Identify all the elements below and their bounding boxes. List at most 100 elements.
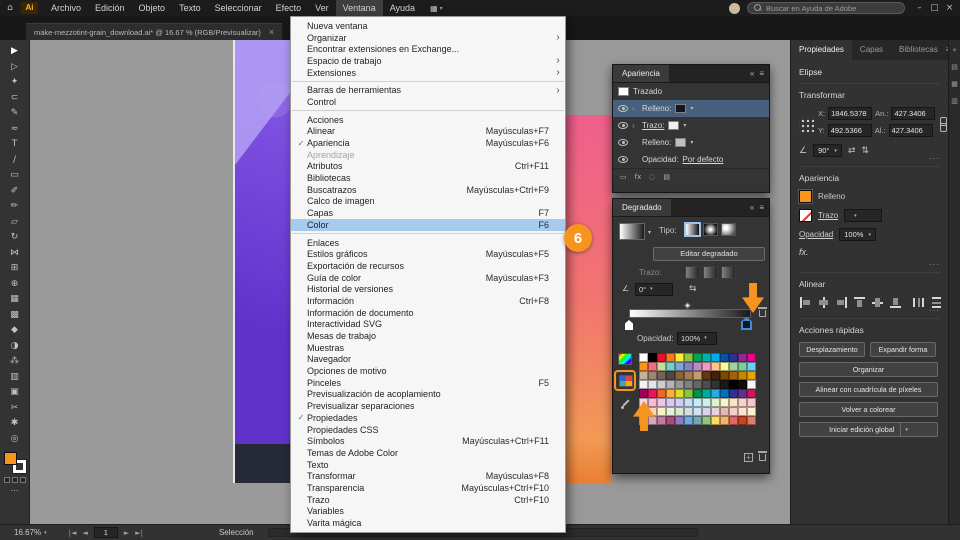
gradient-panel-header[interactable]: Degradado « ≡	[613, 199, 769, 217]
menu-ayuda[interactable]: Ayuda	[383, 0, 422, 16]
swatch[interactable]	[675, 362, 684, 371]
new-swatch-icon[interactable]: +	[744, 453, 753, 462]
fill-color-swatch[interactable]	[798, 189, 813, 204]
tab-bibliotecas[interactable]: Bibliotecas	[891, 40, 946, 60]
close-button[interactable]: ×	[942, 3, 957, 13]
al-hcenter-icon[interactable]	[817, 296, 830, 309]
column-graph-tool[interactable]: ▥	[2, 370, 28, 386]
swatch[interactable]	[729, 362, 738, 371]
visibility-eye-icon[interactable]	[618, 156, 628, 163]
swatch[interactable]	[738, 362, 747, 371]
swatch[interactable]	[729, 389, 738, 398]
freeform-gradient-icon[interactable]	[721, 223, 736, 236]
menu-item-control[interactable]: Control	[291, 96, 565, 108]
more-options-icon[interactable]: ···	[929, 306, 940, 315]
swatch[interactable]	[720, 389, 729, 398]
menu-item-barras-de-herramientas[interactable]: Barras de herramientas ›	[291, 84, 565, 96]
help-search[interactable]	[747, 2, 905, 14]
swatch[interactable]	[738, 371, 747, 380]
swatch[interactable]	[657, 380, 666, 389]
menu-item-propiedades-css[interactable]: Propiedades CSS	[291, 424, 565, 436]
appearance-panel-header[interactable]: Apariencia « ≡	[613, 65, 769, 83]
eraser-tool[interactable]: ▱	[2, 215, 28, 231]
zoom-level-select[interactable]: 16.67%	[14, 528, 47, 537]
artboard-tool[interactable]: ▣	[2, 385, 28, 401]
delete-swatch-icon[interactable]	[758, 451, 767, 461]
color-swatch[interactable]	[668, 121, 680, 130]
swatch[interactable]	[666, 380, 675, 389]
curvature-tool[interactable]: ≈	[2, 122, 28, 138]
swatch[interactable]	[702, 362, 711, 371]
swatch[interactable]	[693, 398, 702, 407]
first-artboard-icon[interactable]: |◄	[69, 529, 77, 537]
swatch[interactable]	[648, 389, 657, 398]
organizar-button[interactable]: Organizar	[799, 362, 938, 377]
swatch[interactable]	[747, 371, 756, 380]
dist-h-icon[interactable]	[912, 296, 925, 309]
visibility-eye-icon[interactable]	[618, 139, 628, 146]
iniciar-edicion-global-button[interactable]: Iniciar edición global ▾	[799, 422, 938, 437]
swatch[interactable]	[639, 353, 648, 362]
al-bottom-icon[interactable]	[889, 296, 902, 309]
swatch[interactable]	[648, 380, 657, 389]
swatch[interactable]	[747, 389, 756, 398]
swatch[interactable]	[720, 353, 729, 362]
expand-arrow-icon[interactable]: ›	[632, 121, 638, 130]
menu-item-organizar[interactable]: Organizar ›	[291, 32, 565, 44]
menu-edicion[interactable]: Edición	[88, 0, 132, 16]
swatch[interactable]	[729, 353, 738, 362]
volver-a-colorear-button[interactable]: Volver a colorear	[799, 402, 938, 417]
menu-ventana[interactable]: Ventana	[335, 0, 383, 16]
gradient-preview-swatch[interactable]	[619, 223, 645, 240]
paintbrush-tool[interactable]: ✐	[2, 184, 28, 200]
free-transform-tool[interactable]: ⊞	[2, 261, 28, 277]
radial-gradient-icon[interactable]	[703, 223, 718, 236]
swatch[interactable]	[666, 407, 675, 416]
swatch[interactable]	[657, 362, 666, 371]
collapse-panel-icon[interactable]: «	[750, 69, 754, 78]
shaper-tool[interactable]: ✏	[2, 199, 28, 215]
menu-texto[interactable]: Texto	[172, 0, 208, 16]
fill-stroke-control[interactable]	[3, 452, 27, 474]
edit-toolbar-icon[interactable]: ⋯	[11, 486, 19, 495]
opacity-label[interactable]: Opacidad	[799, 230, 833, 239]
menu-item-temas-de-adobe-color[interactable]: Temas de Adobe Color	[291, 447, 565, 459]
swatch[interactable]	[684, 407, 693, 416]
clear-appearance-icon[interactable]: ◌	[649, 173, 655, 181]
stroke-width-select[interactable]	[844, 209, 883, 222]
menu-item-color[interactable]: Color F6	[291, 219, 565, 231]
swatch[interactable]	[729, 371, 738, 380]
swatch[interactable]	[711, 380, 720, 389]
swatch[interactable]	[693, 362, 702, 371]
swatch[interactable]	[720, 407, 729, 416]
blend-tool[interactable]: ◑	[2, 339, 28, 355]
menu-item-exportacion-de-recursos[interactable]: Exportación de recursos	[291, 260, 565, 272]
swatch[interactable]	[648, 398, 657, 407]
color-mode-icon[interactable]	[3, 477, 10, 483]
swatch[interactable]	[684, 416, 693, 425]
menu-item-transformar[interactable]: Transformar Mayúsculas+F8	[291, 470, 565, 482]
swatch[interactable]	[693, 353, 702, 362]
menu-item-trazo[interactable]: Trazo Ctrl+F10	[291, 494, 565, 506]
eyedropper-tool[interactable]: ◆	[2, 323, 28, 339]
menu-item-acciones[interactable]: Acciones	[291, 114, 565, 126]
swatch[interactable]	[738, 407, 747, 416]
reference-point-locator[interactable]	[799, 116, 814, 132]
menu-item-simbolos[interactable]: Símbolos Mayúsculas+Ctrl+F11	[291, 435, 565, 447]
gradient-tool[interactable]: ▩	[2, 308, 28, 324]
swatch[interactable]	[747, 353, 756, 362]
menu-item-varita-magica[interactable]: Varita mágica	[291, 517, 565, 529]
menu-item-estilos-graficos[interactable]: Estilos gráficos Mayúsculas+F5	[291, 248, 565, 260]
swatch[interactable]	[747, 362, 756, 371]
swatch[interactable]	[747, 398, 756, 407]
user-avatar[interactable]	[729, 2, 740, 14]
panel-menu-icon[interactable]: ≡	[759, 69, 764, 78]
swatch[interactable]	[657, 353, 666, 362]
delete-stop-icon[interactable]	[758, 307, 767, 317]
stroke-along-icon[interactable]	[703, 266, 718, 279]
menu-archivo[interactable]: Archivo	[44, 0, 88, 16]
menu-item-informacion[interactable]: Información Ctrl+F8	[291, 295, 565, 307]
gradient-mode-icon[interactable]	[11, 477, 18, 483]
color-swatch[interactable]	[675, 138, 687, 147]
stop-opacity-select[interactable]: 100%	[677, 332, 717, 345]
